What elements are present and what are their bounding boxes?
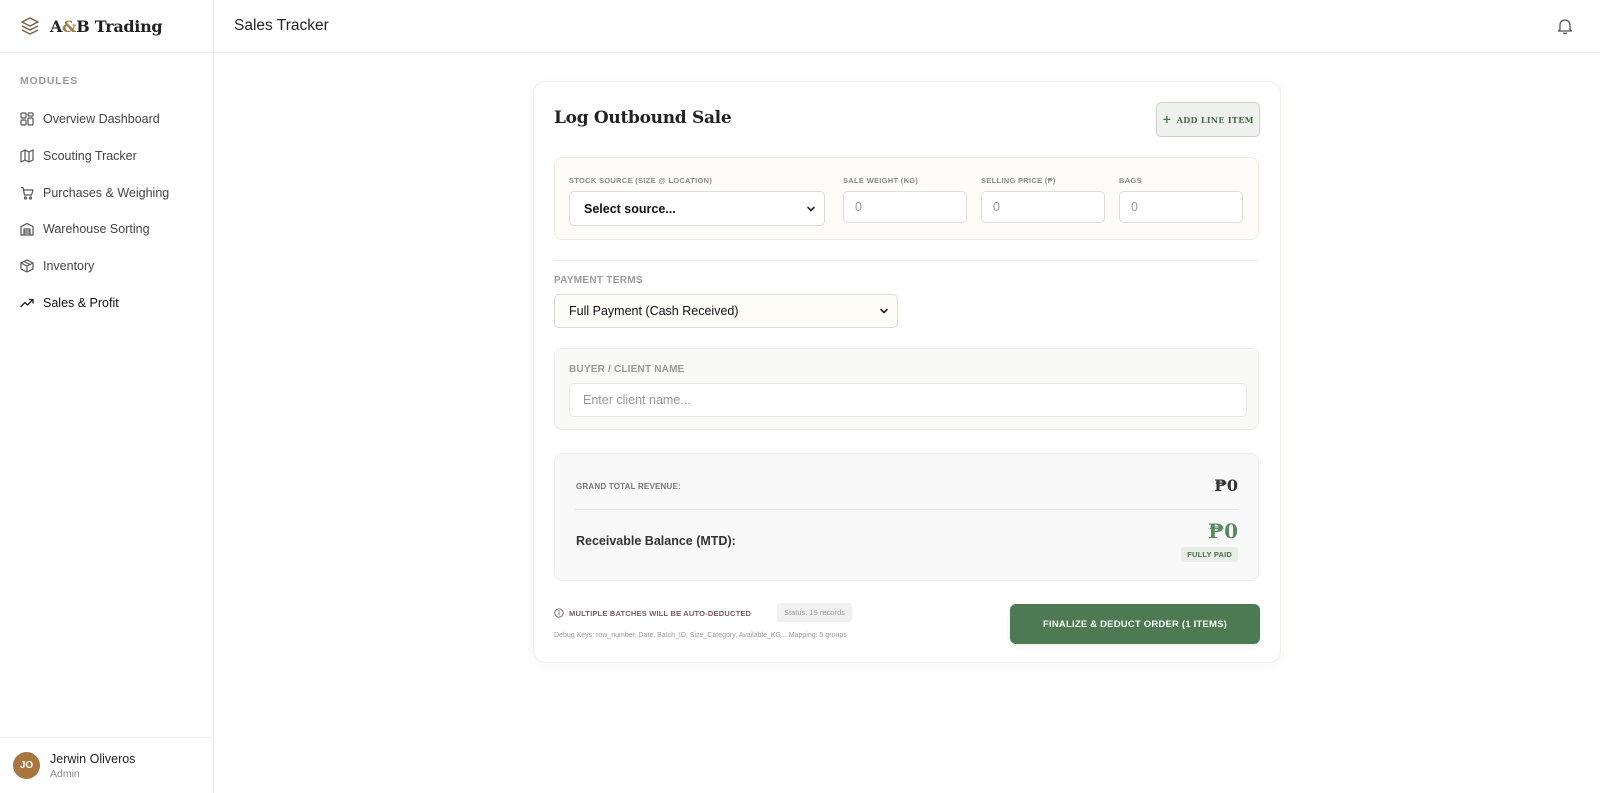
grand-total-value: ₱0 — [1214, 476, 1238, 495]
payment-terms-value: Full Payment (Cash Received) — [569, 304, 739, 318]
chevron-down-icon — [879, 306, 889, 316]
sidebar-item-label: Warehouse Sorting — [43, 222, 150, 237]
sidebar-nav: Overview Dashboard Scouting Tracker Purc… — [0, 101, 213, 321]
receivable-balance-value: ₱0 — [1208, 519, 1238, 543]
finalize-order-button[interactable]: FINALIZE & DEDUCT ORDER (1 ITEMS) — [1010, 604, 1260, 644]
info-icon — [554, 608, 564, 618]
sidebar-item-label: Inventory — [43, 259, 95, 274]
sidebar-item-label: Scouting Tracker — [43, 149, 137, 164]
chevron-down-icon — [806, 204, 816, 214]
selling-price-label: SELLING PRICE (₱) — [981, 176, 1056, 185]
buyer-section: BUYER / CLIENT NAME Enter client name... — [554, 348, 1259, 430]
top-header: Sales Tracker — [214, 0, 1600, 53]
sidebar-item-sales-profit[interactable]: Sales & Profit — [0, 284, 213, 321]
brand-name: A&B Trading — [50, 16, 163, 36]
sidebar: A&B Trading MODULES Overview Dashboard S… — [0, 0, 214, 793]
status-chip: Status: 19 records — [777, 603, 852, 622]
layers-icon — [20, 16, 40, 36]
map-icon — [20, 149, 34, 163]
bags-label: BAGS — [1119, 176, 1142, 185]
receivable-balance-label: Receivable Balance (MTD): — [576, 534, 736, 548]
brand[interactable]: A&B Trading — [0, 0, 213, 53]
grand-total-label: GRAND TOTAL REVENUE: — [576, 482, 681, 491]
sidebar-item-warehouse-sorting[interactable]: Warehouse Sorting — [0, 211, 213, 248]
auto-deduct-warning: MULTIPLE BATCHES WILL BE AUTO-DEDUCTED — [554, 608, 751, 618]
sidebar-item-scouting-tracker[interactable]: Scouting Tracker — [0, 138, 213, 175]
stock-source-label: STOCK SOURCE (SIZE @ LOCATION) — [569, 176, 713, 185]
log-sale-card: Log Outbound Sale + ADD LINE ITEM STOCK … — [533, 81, 1281, 663]
buyer-name-label: BUYER / CLIENT NAME — [569, 364, 685, 375]
user-info: Jerwin Oliveros Admin — [50, 752, 135, 780]
user-role: Admin — [50, 767, 80, 780]
status-badge: FULLY PAID — [1181, 547, 1238, 562]
line-item-row: STOCK SOURCE (SIZE @ LOCATION) Select so… — [554, 157, 1259, 240]
card-title: Log Outbound Sale — [554, 108, 732, 128]
section-divider — [554, 260, 1259, 261]
user-profile[interactable]: JO Jerwin Oliveros Admin — [0, 737, 213, 793]
warehouse-icon — [20, 222, 34, 237]
app-root: A&B Trading MODULES Overview Dashboard S… — [0, 0, 1600, 793]
sale-weight-label: SALE WEIGHT (KG) — [843, 176, 919, 185]
cart-icon — [20, 186, 34, 200]
avatar: JO — [13, 752, 40, 779]
debug-keys-text: Debug Keys: row_number, Date, Batch_ID, … — [554, 632, 847, 639]
stock-source-select[interactable]: Select source... — [569, 191, 825, 226]
box-icon — [20, 259, 34, 273]
sale-weight-input[interactable]: 0 — [843, 191, 967, 223]
user-name: Jerwin Oliveros — [50, 751, 136, 766]
sidebar-item-purchases-weighing[interactable]: Purchases & Weighing — [0, 174, 213, 211]
sidebar-item-label: Overview Dashboard — [43, 112, 160, 127]
sidebar-item-label: Sales & Profit — [43, 295, 119, 310]
payment-terms-select[interactable]: Full Payment (Cash Received) — [554, 294, 898, 328]
bags-input[interactable]: 0 — [1119, 191, 1243, 223]
add-line-item-label: ADD LINE ITEM — [1176, 114, 1254, 125]
sidebar-item-overview-dashboard[interactable]: Overview Dashboard — [0, 101, 213, 138]
trend-up-icon — [20, 296, 34, 310]
sidebar-item-label: Purchases & Weighing — [43, 185, 170, 200]
modules-section-label: MODULES — [20, 75, 79, 87]
auto-deduct-warning-text: MULTIPLE BATCHES WILL BE AUTO-DEDUCTED — [569, 608, 752, 618]
payment-terms-label: PAYMENT TERMS — [554, 275, 643, 286]
grid-icon — [20, 112, 34, 126]
totals-panel: GRAND TOTAL REVENUE: ₱0 Receivable Balan… — [554, 453, 1259, 581]
plus-icon: + — [1162, 113, 1172, 126]
sidebar-item-inventory[interactable]: Inventory — [0, 248, 213, 285]
bell-icon[interactable] — [1556, 17, 1574, 35]
add-line-item-button[interactable]: + ADD LINE ITEM — [1156, 102, 1260, 137]
totals-divider — [575, 509, 1239, 510]
selling-price-input[interactable]: 0 — [981, 191, 1105, 223]
buyer-name-input[interactable]: Enter client name... — [569, 383, 1247, 417]
stock-source-value: Select source... — [584, 201, 676, 216]
page-title: Sales Tracker — [234, 17, 329, 34]
